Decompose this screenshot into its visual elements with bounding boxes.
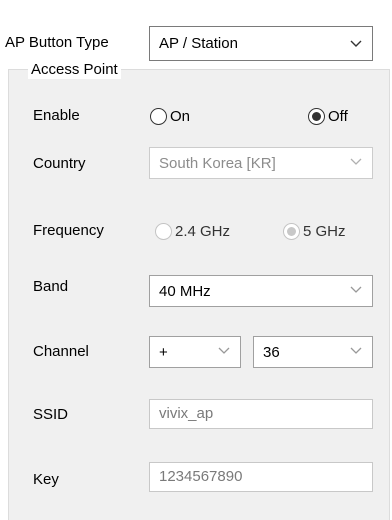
chevron-down-icon bbox=[350, 40, 362, 47]
ap-button-type-value: AP / Station bbox=[159, 35, 238, 52]
channel-number-value: 36 bbox=[263, 344, 280, 361]
ssid-field[interactable] bbox=[149, 399, 373, 429]
chevron-down-icon bbox=[350, 347, 362, 354]
chevron-down-icon bbox=[218, 347, 230, 354]
enable-on-radio[interactable]: On bbox=[150, 108, 190, 125]
enable-off-radio[interactable]: Off bbox=[308, 108, 348, 125]
frequency-5ghz-label: 5 GHz bbox=[303, 223, 346, 240]
band-select[interactable]: 40 MHz bbox=[149, 275, 373, 307]
band-label: Band bbox=[33, 278, 69, 295]
frequency-label: Frequency bbox=[33, 222, 104, 239]
chevron-down-icon bbox=[350, 286, 362, 293]
key-field[interactable] bbox=[149, 462, 373, 492]
enable-off-label: Off bbox=[328, 108, 348, 125]
enable-on-label: On bbox=[170, 108, 191, 125]
radio-checked-icon bbox=[283, 223, 300, 240]
key-label: Key bbox=[33, 471, 59, 488]
country-label: Country bbox=[33, 155, 86, 172]
ssid-label: SSID bbox=[33, 406, 69, 423]
channel-offset-select[interactable]: + bbox=[149, 336, 241, 368]
frequency-2-4ghz-radio[interactable]: 2.4 GHz bbox=[155, 223, 230, 240]
country-select[interactable]: South Korea [KR] bbox=[149, 147, 373, 179]
ssid-input[interactable] bbox=[159, 405, 349, 422]
key-input[interactable] bbox=[159, 468, 349, 485]
frequency-2-4ghz-label: 2.4 GHz bbox=[175, 223, 231, 240]
channel-label: Channel bbox=[33, 343, 89, 360]
chevron-down-icon bbox=[350, 158, 362, 165]
channel-offset-value: + bbox=[159, 344, 168, 361]
radio-unchecked-icon bbox=[150, 108, 167, 125]
band-value: 40 MHz bbox=[159, 283, 211, 300]
channel-number-select[interactable]: 36 bbox=[253, 336, 373, 368]
country-value: South Korea [KR] bbox=[159, 155, 276, 172]
radio-unchecked-icon bbox=[155, 223, 172, 240]
access-point-group-title: Access Point bbox=[28, 61, 121, 79]
enable-label: Enable bbox=[33, 107, 80, 124]
ap-button-type-select[interactable]: AP / Station bbox=[149, 26, 373, 61]
ap-button-type-label: AP Button Type bbox=[5, 34, 109, 51]
radio-checked-icon bbox=[308, 108, 325, 125]
frequency-5ghz-radio[interactable]: 5 GHz bbox=[283, 223, 346, 240]
